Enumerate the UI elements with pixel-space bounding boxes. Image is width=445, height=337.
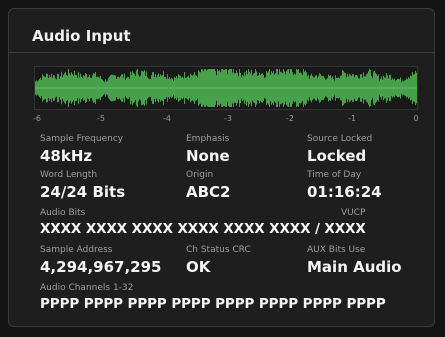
sample-frequency-value: 48kHz xyxy=(40,147,93,165)
scale-tick-label: -3 xyxy=(224,114,232,123)
scale-tick-label: -2 xyxy=(286,114,294,123)
title-divider xyxy=(9,52,435,53)
scale-tick-label: -5 xyxy=(97,114,105,123)
word-length-label: Word Length xyxy=(40,170,98,180)
ch-status-crc-label: Ch Status CRC xyxy=(186,245,251,255)
aux-bits-use-label: AUX Bits Use xyxy=(307,245,366,255)
emphasis-value: None xyxy=(186,147,230,165)
source-locked-value: Locked xyxy=(307,147,367,165)
origin-label: Origin xyxy=(186,170,214,180)
audio-bits-value: XXXX XXXX XXXX XXXX XXXX XXXX / XXXX xyxy=(40,221,366,237)
panel-title: Audio Input xyxy=(32,27,131,45)
waveform-display xyxy=(34,66,418,110)
word-length-value: 24/24 Bits xyxy=(40,183,126,201)
sample-frequency-label: Sample Frequency xyxy=(40,134,124,144)
source-locked-label: Source Locked xyxy=(307,134,373,144)
audio-bits-label: Audio Bits xyxy=(40,208,86,218)
vucp-label: VUCP xyxy=(341,208,366,218)
origin-value: ABC2 xyxy=(186,183,231,201)
ch-status-crc-value: OK xyxy=(186,258,211,276)
aux-bits-use-value: Main Audio xyxy=(307,258,402,276)
scale-tick-label: -1 xyxy=(348,114,356,123)
scale-tick-label: -4 xyxy=(163,114,171,123)
sample-address-value: 4,294,967,295 xyxy=(40,258,162,276)
sample-address-label: Sample Address xyxy=(40,245,113,255)
time-of-day-label: Time of Day xyxy=(307,170,362,180)
audio-waveform xyxy=(35,69,417,107)
audio-channels-value: PPPP PPPP PPPP PPPP PPPP PPPP PPPP PPPP xyxy=(40,296,386,312)
audio-input-panel xyxy=(8,8,435,327)
scale-tick-label: -6 xyxy=(33,114,41,123)
scale-tick-label: 0 xyxy=(413,114,419,123)
audio-channels-label: Audio Channels 1-32 xyxy=(40,283,134,293)
emphasis-label: Emphasis xyxy=(186,134,230,144)
time-of-day-value: 01:16:24 xyxy=(307,183,382,201)
